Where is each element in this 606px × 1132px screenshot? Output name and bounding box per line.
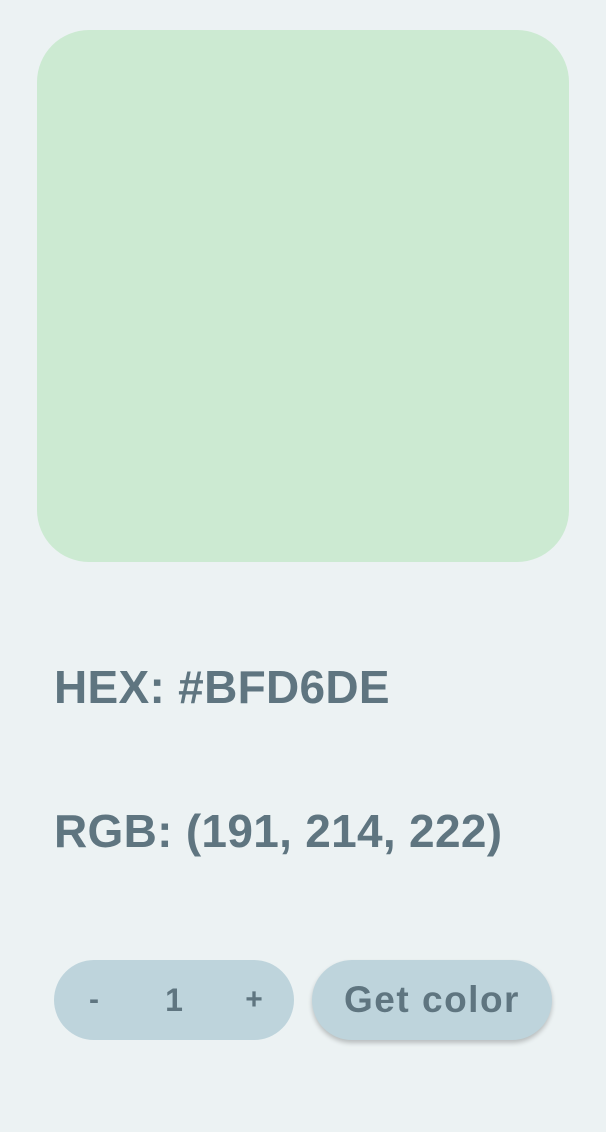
decrement-button[interactable]: -: [64, 970, 124, 1030]
hex-value-text: HEX: #BFD6DE: [54, 661, 390, 713]
count-stepper: - 1 +: [54, 960, 294, 1040]
increment-button[interactable]: +: [224, 970, 284, 1030]
rgb-value-text: RGB: (191, 214, 222): [54, 805, 503, 857]
stepper-value: 1: [165, 981, 183, 1018]
color-preview-swatch: [37, 30, 569, 562]
get-color-button[interactable]: Get color: [312, 960, 552, 1040]
